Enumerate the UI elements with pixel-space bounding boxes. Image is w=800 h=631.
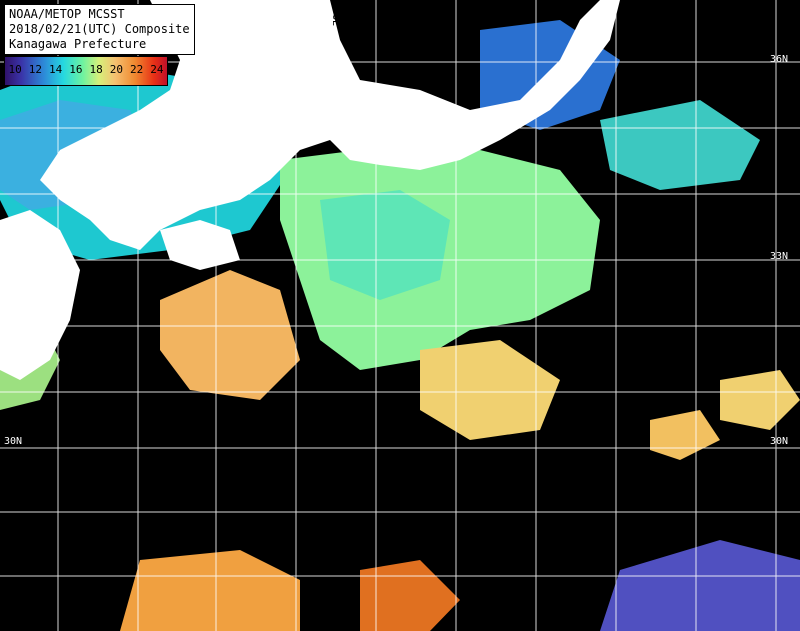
legend-value: 10 [8, 63, 22, 76]
sst-map [0, 0, 800, 631]
legend-value: 16 [69, 63, 83, 76]
temperature-legend: 10 12 14 16 18 20 22 24 [4, 56, 168, 86]
lon-label-136e: 136E [330, 2, 341, 27]
lat-label-33n: 33N [770, 251, 789, 262]
lon-label-144e: 144E [750, 2, 761, 27]
title-line-3: Kanagawa Prefecture [9, 37, 147, 51]
legend-value: 22 [130, 63, 144, 76]
legend-value: 20 [109, 63, 123, 76]
title-line-1: NOAA/METOP MCSST [9, 7, 125, 21]
map-title-box: NOAA/METOP MCSST 2018/02/21(UTC) Composi… [4, 4, 195, 55]
legend-value: 24 [150, 63, 164, 76]
legend-value: 18 [89, 63, 103, 76]
lat-label-30n: 30N [770, 436, 789, 447]
lat-label-36n: 36N [770, 54, 789, 65]
legend-value: 12 [28, 63, 42, 76]
lat-label-30n-left: 30N [4, 436, 23, 447]
legend-value: 14 [49, 63, 63, 76]
legend-labels: 10 12 14 16 18 20 22 24 [5, 63, 167, 76]
title-line-2: 2018/02/21(UTC) Composite [9, 22, 190, 36]
